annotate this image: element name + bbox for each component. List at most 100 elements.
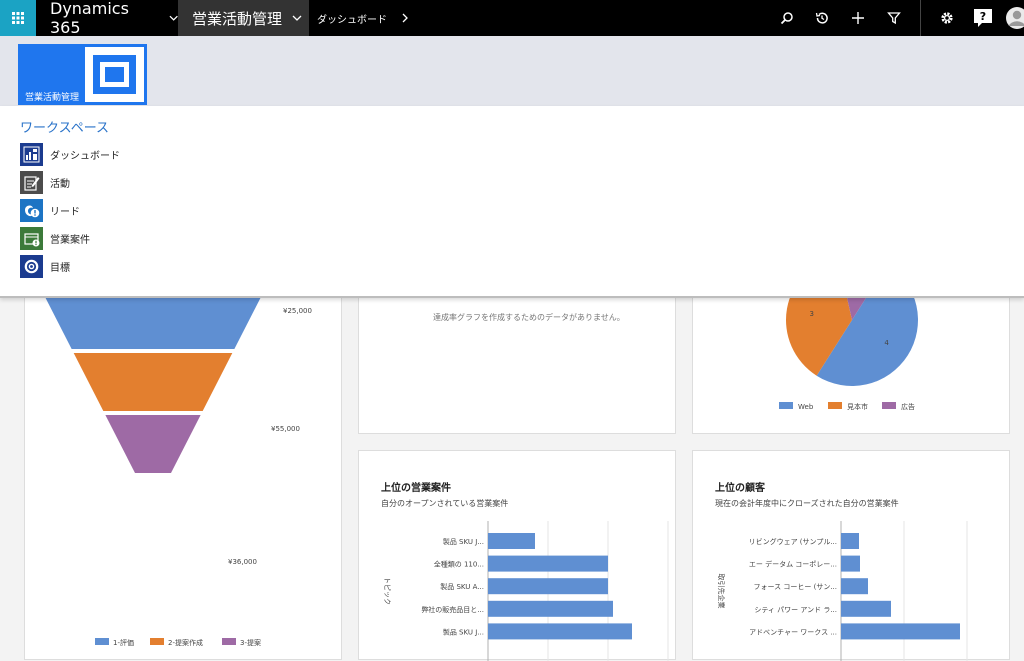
bar (841, 533, 859, 549)
legend-label: Web (798, 403, 814, 411)
subarea-dashboard[interactable]: ダッシュボード (20, 142, 120, 166)
bar (488, 533, 535, 549)
top-opportunities-card: 上位の営業案件 自分のオープンされている営業案件 製品 SKU J... 全種類の… (358, 450, 676, 661)
bar (488, 555, 608, 572)
goal-icon (20, 254, 43, 278)
waffle-menu-button[interactable] (0, 0, 36, 36)
category-label: アドベンチャー ワークス ... (749, 628, 837, 636)
plus-icon (852, 12, 864, 24)
filter-icon (887, 12, 901, 25)
category-label: シティ パワー アンド ラ... (754, 606, 837, 614)
top-nav-bar: Dynamics 365 営業活動管理 ダッシュボード ? (0, 0, 1024, 37)
top-customers-card: 上位の顧客 現在の会計年度中にクローズされた自分の営業案件 リビングウェア (サ… (692, 450, 1010, 661)
top-customers-bar-chart: リビングウェア (サンプル... エー データム コーポレー... フォース コーヒ… (717, 521, 968, 661)
subarea-label: リード (50, 206, 80, 218)
legend-swatch (779, 402, 793, 409)
subarea-label: 目標 (50, 262, 70, 274)
funnel-segment (73, 353, 233, 411)
legend-swatch (150, 638, 164, 645)
funnel-segment (42, 291, 264, 349)
funnel-value-label: ¥36,000 (228, 558, 257, 566)
user-icon (1006, 7, 1024, 29)
category-label: 全種類の 110... (434, 560, 484, 569)
legend-swatch (222, 638, 236, 645)
funnel-value-label: ¥55,000 (271, 425, 300, 433)
search-icon (780, 12, 793, 25)
pie-value-label: 3 (809, 310, 813, 318)
category-label: 製品 SKU J... (443, 627, 484, 636)
area-tile-sales[interactable]: 営業活動管理 (18, 44, 147, 105)
area-name: 営業活動管理 (192, 9, 283, 28)
user-profile-button[interactable] (1003, 0, 1024, 36)
search-button[interactable] (772, 0, 802, 36)
sitemap-panel: ワークスペース ダッシュボード 活動 リード 営業案件 目標 (0, 106, 1024, 298)
workspace-group-title: ワークスペース (20, 121, 110, 136)
leads-by-source-card: 4 3 Web 見本市 広告 (692, 290, 1010, 434)
category-label: 製品 SKU A... (440, 582, 484, 591)
subarea-label: ダッシュボード (50, 150, 120, 162)
new-record-button[interactable] (843, 0, 873, 36)
gear-icon (941, 12, 953, 24)
bar (841, 555, 860, 572)
help-icon: ? (974, 9, 992, 27)
breadcrumb[interactable]: ダッシュボード (309, 0, 409, 36)
chevron-down-icon (292, 15, 302, 21)
breadcrumb-label: ダッシュボード (317, 14, 387, 26)
subarea-label: 営業案件 (50, 234, 90, 246)
advanced-find-button[interactable] (879, 0, 909, 36)
legend-swatch (828, 402, 842, 409)
funnel-value-label: ¥25,000 (283, 307, 312, 315)
bar (488, 623, 632, 640)
category-label: 製品 SKU J... (443, 537, 484, 546)
top-opportunities-bar-chart: 製品 SKU J... 全種類の 110... 製品 SKU A... 弊社の販売品目… (383, 521, 669, 661)
app-switcher-button[interactable]: Dynamics 365 (36, 0, 178, 37)
activity-icon (20, 170, 43, 194)
goal-progress-card: 達成率グラフを作成するためのデータがありません。 (358, 290, 676, 434)
leads-by-source-pie-chart: 4 3 Web 見本市 広告 (779, 291, 918, 411)
category-label: フォース コーヒー (サン... (753, 583, 837, 591)
sales-pipeline-funnel-chart: ¥25,000 ¥55,000 ¥36,000 1-評価 2-提案作成 3-提案 (42, 291, 312, 647)
pie-value-label: 4 (884, 339, 889, 347)
recent-button[interactable] (807, 0, 837, 36)
dashboard-icon (20, 142, 43, 166)
bar (488, 600, 613, 617)
area-switcher-button[interactable]: 営業活動管理 (178, 0, 309, 36)
sales-pipeline-card: ¥25,000 ¥55,000 ¥36,000 1-評価 2-提案作成 3-提案 (24, 290, 342, 660)
subarea-leads[interactable]: リード (20, 198, 80, 222)
legend-label: 3-提案 (240, 638, 261, 647)
help-glyph: ? (980, 10, 986, 23)
settings-button[interactable] (932, 0, 962, 36)
category-label: 弊社の販売品目と... (421, 605, 484, 614)
subarea-activities[interactable]: 活動 (20, 170, 70, 194)
subarea-goals[interactable]: 目標 (20, 254, 70, 278)
lead-icon (20, 198, 43, 222)
sitemap-area-band (0, 36, 1024, 106)
funnel-segment (105, 415, 201, 473)
nav-separator (920, 0, 921, 36)
waffle-icon (12, 12, 24, 24)
bar (841, 578, 868, 595)
area-tile-icon (82, 44, 147, 105)
legend-label: 見本市 (847, 402, 868, 411)
subarea-opportunities[interactable]: 営業案件 (20, 226, 90, 250)
legend-swatch (882, 402, 896, 409)
category-label: リビングウェア (サンプル... (749, 537, 837, 546)
subarea-label: 活動 (50, 178, 70, 190)
chevron-right-icon (402, 13, 408, 23)
legend-label: 広告 (901, 402, 915, 411)
goal-empty-message: 達成率グラフを作成するためのデータがありません。 (433, 313, 625, 322)
legend-label: 2-提案作成 (168, 638, 203, 647)
area-tile-label: 営業活動管理 (25, 93, 80, 103)
legend-label: 1-評価 (113, 638, 134, 647)
legend-swatch (95, 638, 109, 645)
bar (488, 578, 608, 595)
opportunity-icon (20, 226, 43, 250)
bar (841, 623, 960, 640)
chevron-down-icon (169, 15, 178, 21)
help-button[interactable]: ? (968, 0, 998, 36)
recent-icon (815, 12, 828, 24)
category-label: エー データム コーポレー... (749, 560, 837, 569)
y-axis-label: 取引先企業 (717, 574, 726, 609)
y-axis-label: トピック (383, 577, 391, 605)
bar (841, 600, 891, 617)
